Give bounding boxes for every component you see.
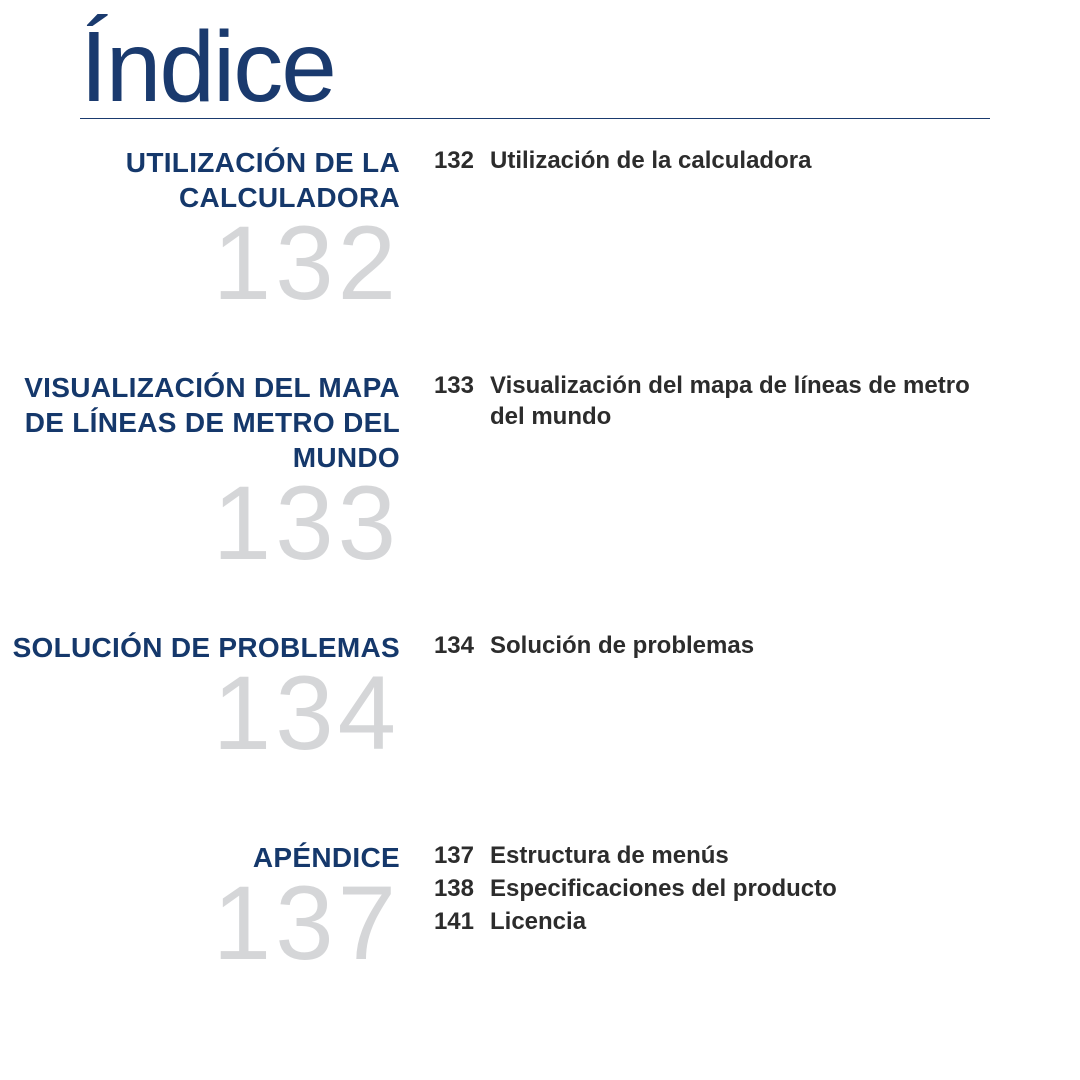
- section-page-number: 134: [0, 661, 400, 766]
- toc-entry-text: Licencia: [490, 906, 586, 937]
- toc-entry: 132 Utilización de la calculadora: [430, 145, 990, 176]
- toc-section: SOLUCIÓN DE PROBLEMAS 134 134 Solución d…: [0, 630, 1080, 766]
- toc-section: UTILIZACIÓN DE LA CALCULADORA 132 132 Ut…: [0, 145, 1080, 316]
- toc-entry: 134 Solución de problemas: [430, 630, 990, 661]
- section-heading: VISUALIZACIÓN DEL MAPA DE LÍNEAS DE METR…: [0, 370, 400, 475]
- toc-entry-page: 141: [430, 906, 474, 937]
- toc-entry-page: 132: [430, 145, 474, 176]
- page-title: Índice: [80, 10, 335, 125]
- title-underline: [80, 118, 990, 119]
- toc-entry-text: Solución de problemas: [490, 630, 754, 661]
- section-page-number: 137: [0, 871, 400, 976]
- toc-entry-page: 137: [430, 840, 474, 871]
- section-page-number: 132: [0, 211, 400, 316]
- toc-entry-page: 133: [430, 370, 474, 432]
- toc-entry: 138 Especificaciones del producto: [430, 873, 990, 904]
- section-page-number: 133: [0, 471, 400, 576]
- toc-entry: 141 Licencia: [430, 906, 990, 937]
- toc-entry-page: 138: [430, 873, 474, 904]
- toc-entry-page: 134: [430, 630, 474, 661]
- toc-entry-text: Estructura de menús: [490, 840, 729, 871]
- toc-entry-text: Utilización de la calculadora: [490, 145, 811, 176]
- toc-entry-text: Visualización del mapa de líneas de metr…: [490, 370, 990, 432]
- toc-section: APÉNDICE 137 137 Estructura de menús 138…: [0, 840, 1080, 976]
- toc-entry-text: Especificaciones del producto: [490, 873, 837, 904]
- toc-entry: 137 Estructura de menús: [430, 840, 990, 871]
- toc-section: VISUALIZACIÓN DEL MAPA DE LÍNEAS DE METR…: [0, 370, 1080, 576]
- toc-entry: 133 Visualización del mapa de líneas de …: [430, 370, 990, 432]
